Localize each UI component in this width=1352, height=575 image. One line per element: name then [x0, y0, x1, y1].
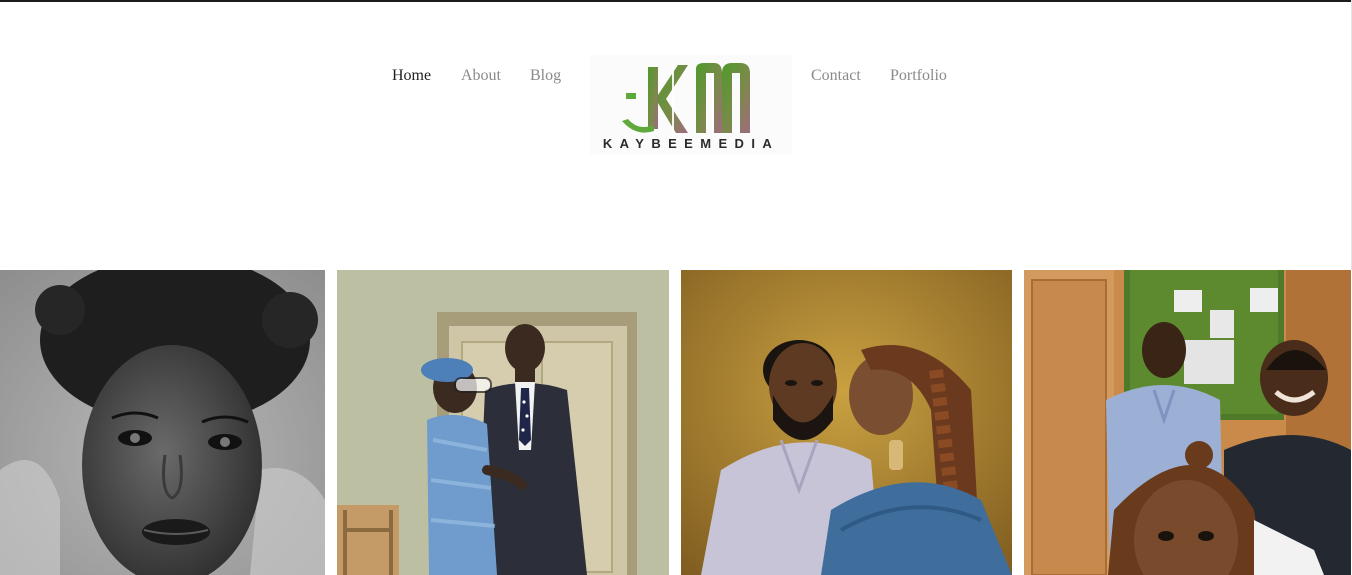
nav-about[interactable]: About — [461, 66, 501, 86]
gallery-photo-portrait[interactable] — [0, 270, 325, 575]
top-border — [0, 0, 1352, 2]
nav-blog[interactable]: Blog — [530, 66, 561, 86]
couple-door-image — [337, 270, 669, 575]
portrait-image — [0, 270, 325, 575]
gallery-photo-couple-door[interactable] — [337, 270, 669, 575]
nav-contact[interactable]: Contact — [811, 66, 861, 86]
nav-portfolio[interactable]: Portfolio — [890, 66, 947, 86]
km-monogram-logo — [622, 63, 750, 137]
logo-wordmark: KAYBEEMEDIA — [602, 136, 780, 151]
site-logo[interactable]: KAYBEEMEDIA — [590, 55, 792, 155]
gallery-photo-couple-golden[interactable] — [681, 270, 1012, 575]
group-selfie-image — [1024, 270, 1351, 575]
nav-home[interactable]: Home — [392, 66, 431, 86]
page: Home About Blog KAYBEEMEDIA Contact Port… — [0, 0, 1352, 575]
gallery-photo-group-selfie[interactable] — [1024, 270, 1351, 575]
couple-golden-image — [681, 270, 1012, 575]
